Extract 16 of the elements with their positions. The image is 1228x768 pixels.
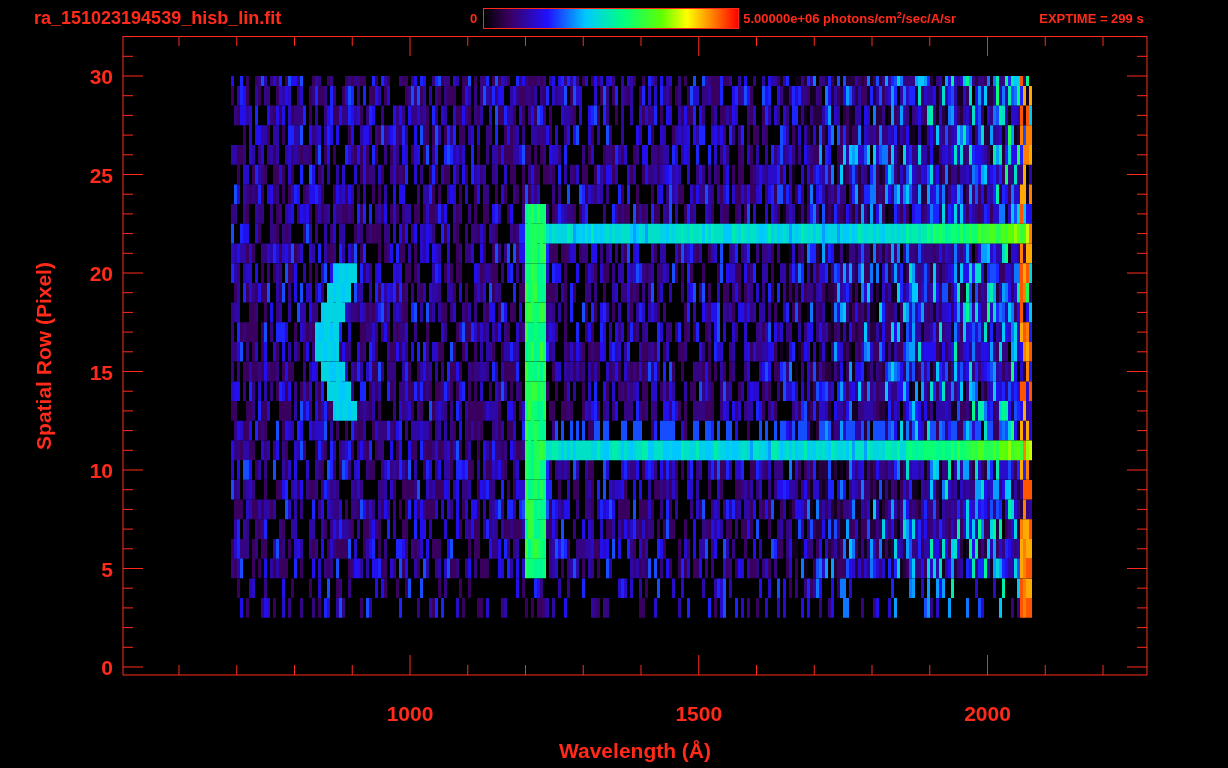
x-tick-label: 1500 — [675, 702, 723, 725]
y-tick-label: 25 — [89, 163, 113, 187]
y-tick-label: 15 — [89, 360, 113, 384]
y-tick-label: 20 — [89, 262, 113, 285]
exposure-time: EXPTIME = 299 s — [1039, 10, 1144, 26]
x-axis-title: Wavelength (Å) — [558, 739, 712, 762]
file-title: ra_151023194539_hisb_lin.fit — [34, 7, 283, 29]
y-tick-label: 0 — [101, 656, 113, 679]
y-tick-label: 30 — [89, 65, 113, 88]
x-tick-label: 1000 — [386, 702, 434, 725]
colorbar-max-label: 5.00000e+06 photons/cm$^{2}$/sec/A/sr — [743, 9, 957, 27]
colorbar-min-label: 0 — [470, 10, 478, 26]
y-axis-title: Spatial Row (Pixel) — [32, 262, 55, 450]
y-tick-label: 10 — [89, 459, 113, 482]
y-tick-label: 5 — [101, 557, 113, 581]
x-tick-label: 2000 — [964, 702, 1011, 725]
